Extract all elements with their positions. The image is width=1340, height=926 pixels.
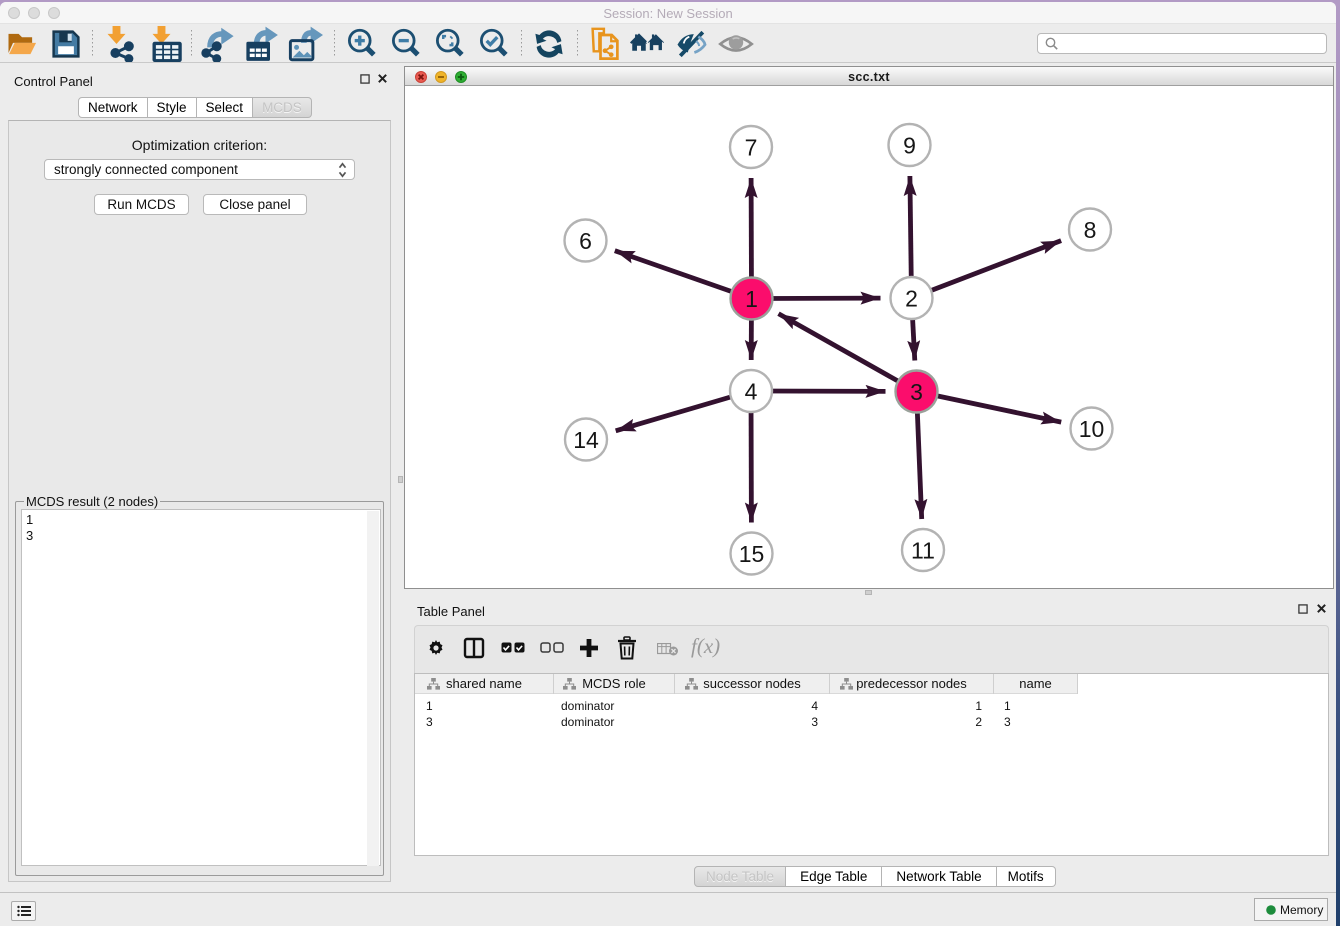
svg-text:6: 6	[579, 228, 592, 254]
svg-text:7: 7	[745, 135, 758, 161]
svg-text:9: 9	[903, 133, 916, 159]
svg-text:15: 15	[739, 541, 765, 567]
svg-text:8: 8	[1084, 217, 1097, 243]
svg-text:2: 2	[905, 286, 918, 312]
svg-text:4: 4	[745, 379, 758, 405]
svg-text:11: 11	[911, 538, 935, 564]
svg-text:1: 1	[745, 286, 758, 312]
svg-text:14: 14	[573, 427, 599, 453]
svg-text:10: 10	[1079, 416, 1105, 442]
svg-text:3: 3	[910, 379, 923, 405]
